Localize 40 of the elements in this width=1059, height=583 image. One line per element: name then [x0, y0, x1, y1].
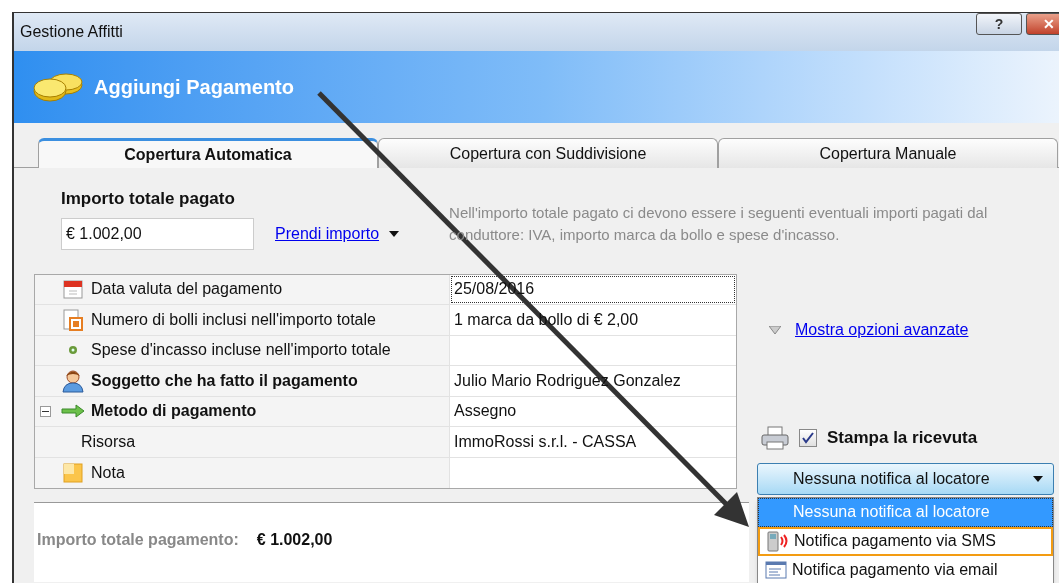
tab[interactable]: Copertura con Suddivisione	[378, 138, 718, 168]
note-icon	[63, 462, 83, 483]
print-label: Stampa la ricevuta	[827, 427, 978, 449]
property-value[interactable]: ImmoRossi s.r.l. - CASSA	[451, 428, 735, 456]
phone-icon	[766, 530, 790, 552]
total-label: Importo totale pagamento:	[37, 529, 239, 550]
person-icon	[62, 368, 84, 393]
caret-icon	[1033, 475, 1043, 482]
property-label: Metodo di pagamento	[91, 401, 257, 422]
prendi-importo-link[interactable]: Prendi importo	[275, 221, 380, 246]
expand-triangle-icon	[769, 326, 781, 334]
dropdown-option[interactable]: Notifica pagamento via email	[758, 555, 1053, 583]
total-value: € 1.002,00	[256, 529, 333, 550]
property-label: Data valuta del pagamento	[91, 279, 283, 300]
notification-dropdown[interactable]: Nessuna notifica al locatore	[757, 462, 1054, 495]
header-title: Aggiungi Pagamento	[94, 75, 294, 100]
window-title: Gestione Affitti	[20, 22, 123, 42]
dropdown-option[interactable]: Notifica pagamento via SMS	[758, 526, 1053, 556]
caret-icon	[389, 230, 400, 237]
calendar-icon	[63, 279, 83, 300]
help-button[interactable]: ?	[976, 13, 1022, 35]
property-label: Soggetto che ha fatto il pagamento	[91, 370, 358, 391]
coins-icon	[32, 71, 84, 103]
amount-input[interactable]: € 1.002,00	[61, 217, 254, 250]
printer-icon	[761, 425, 789, 450]
print-checkbox[interactable]	[799, 428, 817, 447]
tab[interactable]: Copertura Manuale	[718, 138, 1058, 168]
property-value[interactable]: Assegno	[451, 397, 735, 425]
advanced-options-link[interactable]: Mostra opzioni avanzate	[795, 318, 969, 342]
property-label: Risorsa	[81, 431, 136, 452]
tab[interactable]: Copertura Automatica	[38, 138, 378, 168]
arrow-icon	[61, 404, 85, 419]
dot-icon	[68, 345, 78, 356]
property-label: Numero di bolli inclusi nell'importo totale	[91, 309, 376, 330]
document-icon	[63, 308, 83, 331]
collapse-toggle[interactable]	[39, 405, 51, 417]
amount-label: Importo totale pagato	[60, 188, 236, 210]
message-icon	[765, 561, 787, 579]
property-label: Spese d'incasso incluse nell'importo totale	[91, 340, 391, 361]
property-label: Nota	[91, 462, 125, 483]
